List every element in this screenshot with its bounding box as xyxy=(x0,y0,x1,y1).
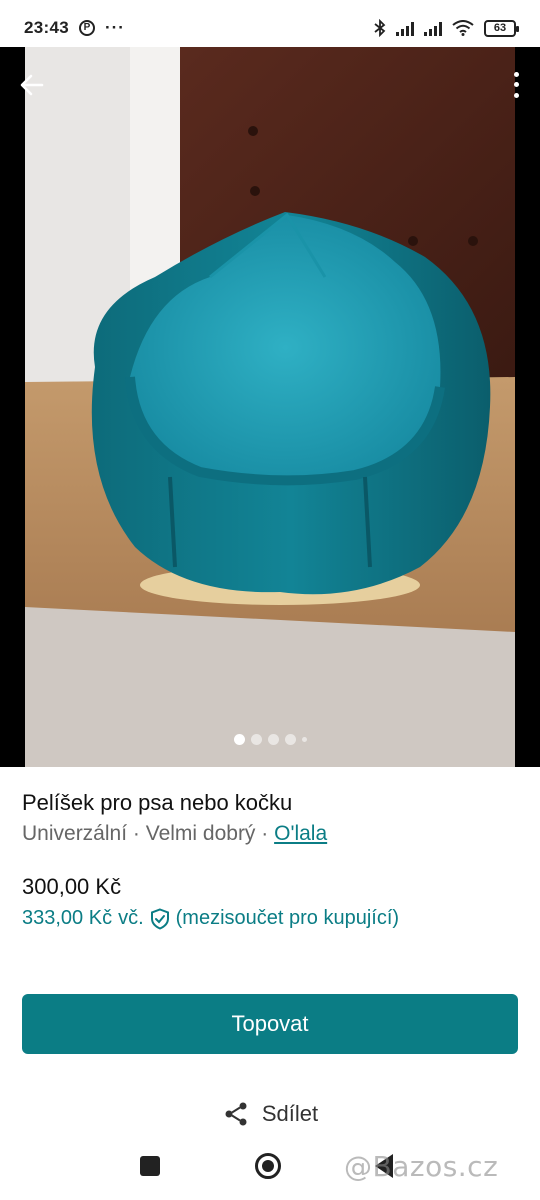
signal-icon-1 xyxy=(396,20,414,36)
pinterest-icon: P xyxy=(78,20,95,36)
status-time: 23:43 xyxy=(24,18,69,37)
buyer-price-note: (mezisoučet pro kupující) xyxy=(175,907,400,929)
more-notifications-icon: ··· xyxy=(104,18,125,37)
meta-separator: · xyxy=(255,822,275,845)
buyer-price-value: 333,00 Kč xyxy=(22,907,113,929)
bluetooth-icon xyxy=(374,19,386,37)
status-right: 63 xyxy=(374,19,519,37)
back-arrow-icon[interactable] xyxy=(16,69,48,101)
listing-condition: Velmi dobrý xyxy=(145,822,256,845)
share-icon xyxy=(225,1102,247,1126)
pager-dot-2[interactable] xyxy=(250,734,262,745)
pager-dot-5[interactable] xyxy=(301,737,307,742)
signal-icon-2 xyxy=(424,20,442,36)
listing-meta: Univerzální · Velmi dobrý · O'lala xyxy=(22,822,327,846)
battery-level: 63 xyxy=(493,22,507,34)
watermark: @Bazos.cz xyxy=(344,1150,499,1183)
listing-title: Pelíšek pro psa nebo kočku xyxy=(22,790,293,815)
cat-bed-photo xyxy=(25,47,515,767)
listing-photo[interactable] xyxy=(25,47,515,767)
pager-dot-1[interactable] xyxy=(233,734,245,745)
share-label: Sdílet xyxy=(261,1101,319,1126)
share-button[interactable]: Sdílet xyxy=(0,1100,540,1128)
shield-check-icon xyxy=(150,907,169,930)
listing-brand-link[interactable]: O'lala xyxy=(274,822,327,845)
wifi-icon xyxy=(452,20,474,36)
meta-separator: · xyxy=(127,822,146,845)
topovat-button[interactable]: Topovat xyxy=(22,994,518,1054)
status-left: 23:43 P ··· xyxy=(24,18,125,38)
recents-icon[interactable] xyxy=(140,1156,160,1176)
buyer-price[interactable]: 333,00 Kč vč. (mezisoučet pro kupující) xyxy=(22,907,399,930)
battery-icon: 63 xyxy=(484,19,519,37)
home-icon[interactable] xyxy=(255,1153,281,1179)
gallery-pager xyxy=(0,734,540,745)
listing-price: 300,00 Kč xyxy=(22,874,122,899)
pager-dot-4[interactable] xyxy=(284,734,296,745)
photo-gallery[interactable] xyxy=(0,47,540,767)
more-vert-icon[interactable] xyxy=(510,69,522,101)
buyer-price-incl: vč. xyxy=(118,907,144,929)
pager-dot-3[interactable] xyxy=(267,734,279,745)
listing-size: Univerzální xyxy=(22,822,128,845)
